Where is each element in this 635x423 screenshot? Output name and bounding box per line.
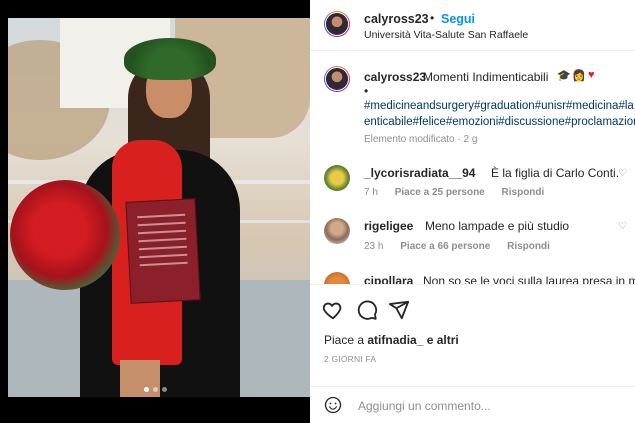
media-bottom-bar — [0, 397, 310, 423]
commenter-avatar[interactable] — [324, 218, 350, 244]
commenter-avatar[interactable] — [324, 165, 350, 191]
caption-dot: • — [364, 84, 369, 98]
comment-likes[interactable]: Piace a 25 persone — [395, 187, 485, 198]
carousel-dot[interactable] — [143, 387, 149, 392]
likes-suffix[interactable]: e altri — [427, 333, 459, 347]
hashtags-line[interactable]: #medicineandsurgery#graduation#unisr#med… — [364, 98, 635, 114]
hashtags-line[interactable]: enticabile#felice#emozioni#discussione#p… — [364, 114, 635, 130]
comment-like-heart-icon[interactable]: ♡ — [618, 168, 627, 179]
emoji-smiley-icon[interactable] — [324, 396, 342, 414]
graduation-cap-icon: 🎓 — [557, 70, 571, 82]
person-icon: 👩 — [572, 70, 586, 82]
caption-text: Momenti Indimenticabili — [423, 70, 549, 84]
comment-bubble-icon[interactable] — [356, 299, 378, 321]
comment-time[interactable]: 23 h — [364, 241, 383, 252]
separator-dot: • — [430, 11, 435, 25]
post-side-panel: calyross23 • Segui Università Vita-Salut… — [310, 0, 635, 423]
media-top-bar — [0, 0, 310, 18]
comment-username[interactable]: _lycorisradiata__94 — [364, 166, 475, 180]
carousel-dots[interactable] — [0, 379, 310, 392]
likes-user[interactable]: atifnadia_ — [367, 333, 423, 347]
follow-button[interactable]: Segui — [441, 12, 475, 26]
comment-meta: 23 h Piace a 66 persone Rispondi — [364, 241, 564, 252]
photo-laurel-wreath — [124, 38, 216, 80]
share-send-icon[interactable] — [388, 299, 410, 321]
caption-hashtags[interactable]: #medicineandsurgery#graduation#unisr#med… — [364, 98, 635, 130]
comment-text: È la figlia di Carlo Conti. — [491, 166, 620, 180]
author-avatar[interactable] — [324, 11, 350, 37]
carousel-dot[interactable] — [152, 387, 158, 392]
carousel-dot[interactable] — [161, 387, 167, 392]
caption-avatar[interactable] — [324, 66, 350, 92]
edited-label: Elemento modificato · 2 g — [364, 134, 478, 145]
comment-username[interactable]: rigeligee — [364, 219, 413, 233]
red-heart-icon: ♥ — [588, 69, 595, 81]
photo-rose-bouquet — [10, 180, 120, 290]
comment-meta: 7 h Piace a 25 persone Rispondi — [364, 187, 558, 198]
photo-diploma — [125, 198, 201, 304]
comment-likes[interactable]: Piace a 66 persone — [400, 241, 490, 252]
add-comment-bar — [310, 386, 635, 423]
like-heart-icon[interactable] — [322, 299, 344, 321]
comment-like-heart-icon[interactable]: ♡ — [618, 221, 627, 232]
media-left-bar — [0, 0, 8, 397]
caption-username[interactable]: calyross23 — [364, 70, 426, 84]
comment-input[interactable] — [356, 393, 620, 419]
post-header: calyross23 • Segui Università Vita-Salut… — [310, 0, 635, 51]
reply-button[interactable]: Rispondi — [502, 187, 545, 198]
post-actions: Piace a atifnadia_ e altri 2 GIORNI FA — [310, 284, 635, 387]
post-time-ago[interactable]: 2 GIORNI FA — [324, 354, 376, 364]
post-media[interactable] — [0, 0, 310, 397]
comment-text: Meno lampade e più studio — [425, 219, 570, 233]
reply-button[interactable]: Rispondi — [507, 241, 550, 252]
comment-time[interactable]: 7 h — [364, 187, 378, 198]
post-location[interactable]: Università Vita-Salute San Raffaele — [364, 29, 528, 41]
likes-summary[interactable]: Piace a atifnadia_ e altri — [324, 333, 459, 347]
author-username[interactable]: calyross23 — [364, 12, 429, 26]
likes-prefix: Piace a — [324, 333, 365, 347]
